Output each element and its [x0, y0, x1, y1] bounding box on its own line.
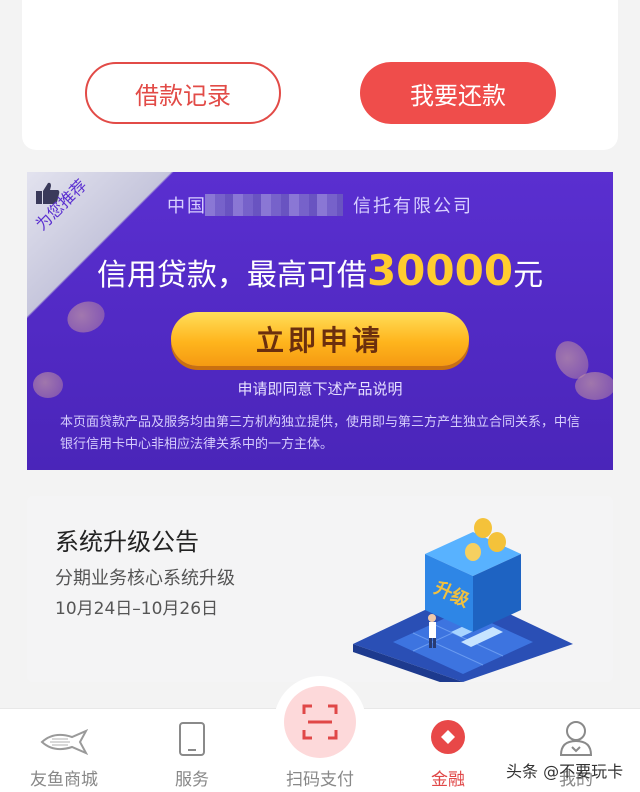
- user-icon: [559, 721, 593, 756]
- nav-item-service[interactable]: 服务: [128, 709, 256, 792]
- repay-button[interactable]: 我要还款: [360, 62, 556, 124]
- nav-label-scan-pay: 扫码支付: [286, 770, 354, 790]
- system-upgrade-notice[interactable]: 系统升级公告 分期业务核心系统升级 10月24日–10月26日 升级: [27, 496, 613, 682]
- loan-actions-card: 借款记录 我要还款: [22, 0, 618, 150]
- redacted-company-text: [205, 194, 343, 216]
- decorative-coin: [33, 372, 63, 398]
- loan-amount: 30000: [366, 246, 514, 295]
- notice-title: 系统升级公告: [55, 528, 199, 556]
- notice-date-range: 10月24日–10月26日: [55, 599, 219, 619]
- nav-label-finance: 金融: [431, 770, 465, 790]
- nav-item-finance[interactable]: 金融: [384, 709, 512, 792]
- loan-records-button[interactable]: 借款记录: [85, 62, 281, 124]
- loan-headline: 信用贷款，最高可借30000元: [96, 246, 544, 295]
- disclaimer-text: 本页面贷款产品及服务均由第三方机构独立提供，使用即与第三方产生独立合同关系，中信…: [60, 415, 581, 452]
- fish-icon: [40, 729, 88, 755]
- notice-subtitle: 分期业务核心系统升级: [55, 568, 235, 589]
- finance-diamond-icon: [431, 720, 465, 754]
- scan-pay-button[interactable]: [284, 686, 356, 758]
- nav-label-service: 服务: [175, 770, 209, 790]
- tablet-icon: [179, 722, 205, 756]
- watermark-text: 头条 @不要玩卡: [506, 762, 624, 781]
- apply-now-button[interactable]: 立即申请: [171, 312, 469, 366]
- decorative-coin: [575, 372, 613, 400]
- nav-item-mall[interactable]: 友鱼商城: [0, 709, 128, 792]
- scan-icon: [302, 704, 338, 740]
- upgrade-illustration-icon: 升级: [353, 518, 573, 682]
- agreement-text[interactable]: 申请即同意下述产品说明: [27, 378, 613, 399]
- nav-label-mall: 友鱼商城: [30, 770, 98, 790]
- credit-loan-banner[interactable]: 为您推荐 中国 信托有限公司 信用贷款，最高可借30000元 立即申请 申请即同意…: [27, 172, 613, 470]
